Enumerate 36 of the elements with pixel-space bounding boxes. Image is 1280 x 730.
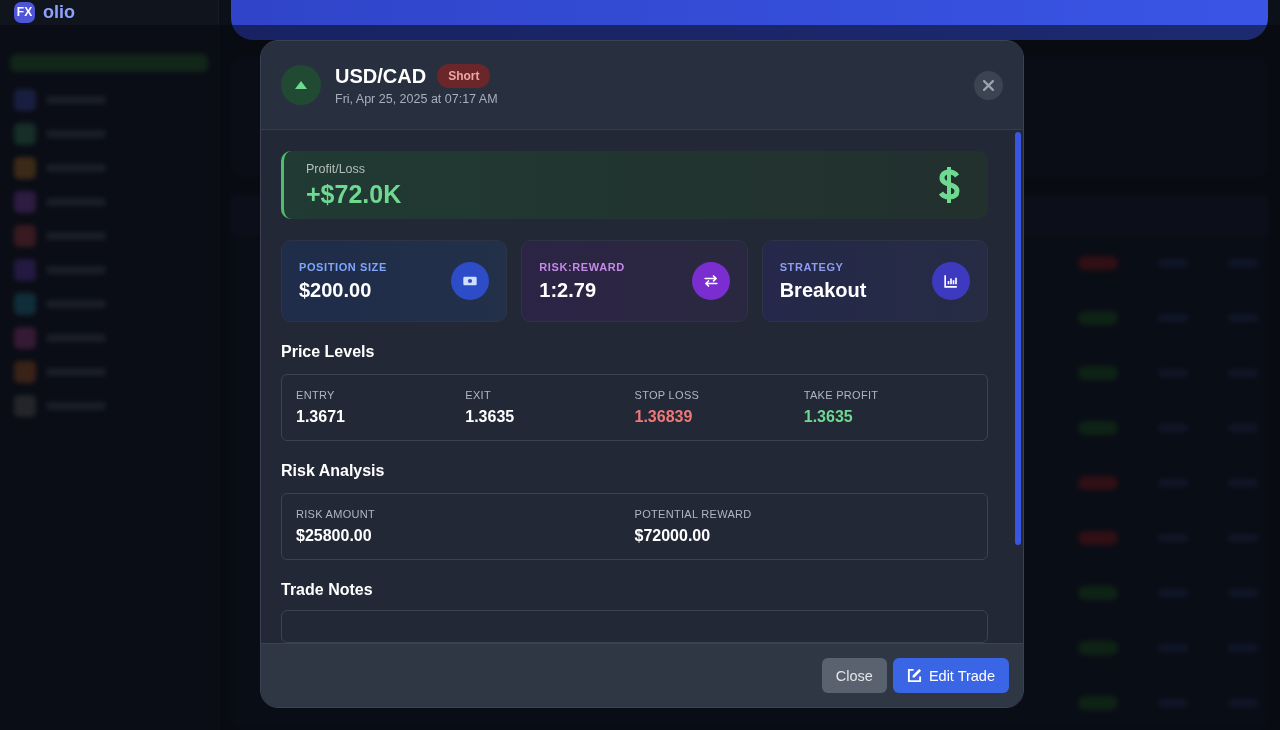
logo-mark: FX (14, 1, 35, 23)
section-title: Trade Notes (281, 581, 374, 600)
bar-chart-icon (932, 262, 970, 301)
field-value: $72000.00 (634, 527, 712, 546)
field-label: ENTRY (296, 389, 336, 402)
profit-loss-value: +$72.0K (306, 179, 402, 209)
field-label: POTENTIAL REWARD (634, 508, 753, 521)
section-title: Risk Analysis (281, 462, 386, 481)
section-title: Price Levels (281, 343, 376, 362)
close-icon[interactable] (974, 70, 1003, 100)
swap-arrows-icon (691, 262, 730, 301)
trade-side-badge: Short (437, 64, 491, 88)
field-value: 1.3671 (296, 408, 346, 427)
stat-label: STRATEGY (779, 260, 845, 273)
field-label: RISK AMOUNT (296, 508, 377, 521)
dollar-icon (937, 165, 961, 206)
money-icon (451, 262, 490, 301)
stat-label: POSITION SIZE (299, 260, 387, 273)
field-value: $25800.00 (296, 527, 373, 546)
profit-loss-label: Profit/Loss (306, 161, 367, 176)
currency-pair: USD/CAD (335, 64, 427, 88)
field-value: 1.3635 (803, 408, 854, 427)
stat-label: RISK:REWARD (539, 260, 625, 273)
trade-timestamp: Fri, Apr 25, 2025 at 07:17 AM (335, 92, 499, 106)
stat-value: $200.00 (299, 278, 373, 302)
edit-trade-button[interactable]: Edit Trade (892, 658, 1009, 693)
edit-icon (906, 668, 922, 683)
close-button[interactable]: Close (821, 658, 887, 693)
field-value: 1.3635 (465, 408, 516, 427)
field-label: TAKE PROFIT (803, 389, 880, 402)
field-value: 1.36839 (634, 408, 694, 427)
field-label: STOP LOSS (634, 389, 701, 402)
field-label: EXIT (465, 389, 492, 402)
app-name: olio (43, 1, 75, 23)
stat-value: 1:2.79 (539, 278, 598, 302)
stat-value: Breakout (779, 278, 867, 302)
